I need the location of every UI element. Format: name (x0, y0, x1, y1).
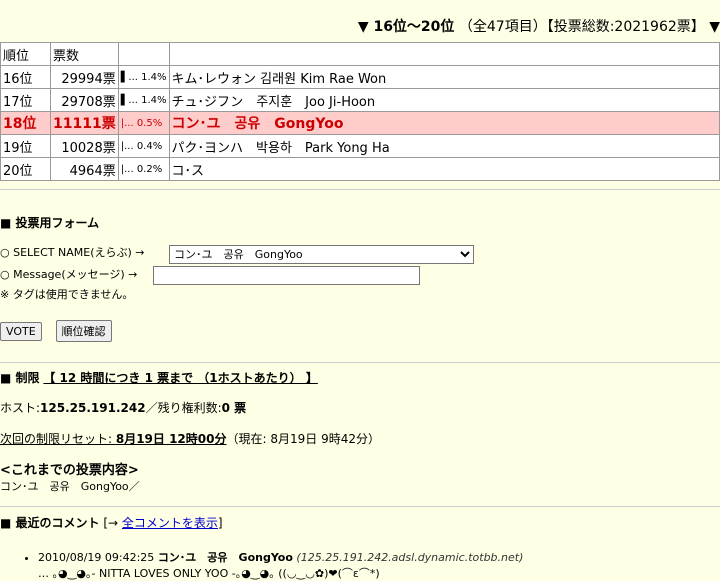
col-header-votes: 票数 (50, 42, 119, 66)
votes-cell: 10028票 (50, 134, 119, 158)
remaining-label: ／残り権利数: (145, 401, 222, 415)
host-value: 125.25.191.242 (40, 401, 146, 415)
table-row: 20位 4964票 |... 0.2% コ･ス (0, 157, 720, 181)
votes-cell: 4964票 (50, 157, 119, 181)
bar-glyph: |... (120, 117, 134, 129)
select-row: ○ SELECT NAME(えらぶ) → コン･ユ 공유 GongYoo (0, 244, 720, 266)
limit-title: ■ 制限 【 12 時間につき 1 票まで （1ホストあたり） 】 (0, 369, 720, 386)
next-page-arrow[interactable]: ▼ (709, 19, 720, 35)
message-label: Message(メッセージ) → (13, 268, 138, 281)
bracket-open: [→ (99, 516, 122, 530)
col-header-name (168, 42, 720, 66)
comment-ip: (125.25.191.242.adsl.dynamic.totbb.net) (296, 551, 524, 564)
rank-cell: 20位 (0, 157, 51, 181)
ranking-header: ▼ 16位～20位 （全47項目）【投票総数:2021962票】 ▼ (0, 0, 720, 42)
table-row: 17位 29708票 ▌... 1.4% チュ･ジフン 주지훈 Joo Ji-H… (0, 88, 720, 112)
col-header-rank: 順位 (0, 42, 51, 66)
table-row-highlighted: 18位 11111票 |... 0.5% コン･ユ 공유 GongYoo (0, 111, 720, 135)
rank-check-button[interactable]: 順位確認 (55, 320, 112, 342)
percent: 0.4% (136, 140, 163, 152)
comment-list: 2010/08/19 09:42:25 コン･ユ 공유 GongYoo (125… (0, 549, 720, 581)
message-radio-icon[interactable]: ○ (0, 268, 10, 281)
bar-glyph: ▌... (120, 71, 138, 83)
rank-cell: 17位 (0, 88, 51, 112)
comment-text: … ｡◕‿◕｡- NITTA LOVES ONLY YOO -｡◕‿◕｡ ((◡… (38, 567, 380, 580)
percent: 0.5% (136, 117, 163, 129)
votes-cell: 29708票 (50, 88, 119, 112)
bar-cell: ▌... 1.4% (117, 88, 170, 112)
reset-value: 8月19日 12時00分 (115, 432, 227, 446)
form-title: ■ 投票用フォーム (0, 216, 100, 230)
message-input[interactable] (153, 266, 420, 285)
col-header-bar (117, 42, 170, 66)
bracket-close: ] (217, 516, 223, 530)
history-title: <これまでの投票内容> (0, 463, 139, 478)
history-value: コン･ユ 공유 GongYoo／ (0, 480, 140, 493)
bar-glyph: |... (120, 163, 134, 175)
select-radio-icon[interactable]: ○ (0, 246, 10, 259)
comment-time: 2010/08/19 09:42:25 (38, 551, 155, 564)
bar-glyph: |... (120, 140, 134, 152)
current-time: （現在: 8月19日 9時42分） (226, 432, 380, 446)
name-cell: パク･ヨンハ 박용하 Park Yong Ha (168, 134, 720, 158)
comments-section: ■ 最近のコメント [→ 全コメントを表示] 2010/08/19 09:42:… (0, 507, 720, 581)
table-row: 19位 10028票 |... 0.4% パク･ヨンハ 박용하 Park Yon… (0, 134, 720, 158)
bar-cell: |... 0.4% (117, 134, 170, 158)
rank-cell: 19位 (0, 134, 51, 158)
bar-cell: |... 0.2% (117, 157, 170, 181)
reset-line: 次回の制限リセット: 8月19日 12時00分（現在: 8月19日 9時42分） (0, 430, 720, 447)
reset-label: 次回の制限リセット: (0, 432, 116, 446)
vote-button[interactable]: VOTE (0, 322, 42, 341)
vote-form: ■ 投票用フォーム ○ SELECT NAME(えらぶ) → コン･ユ 공유 G… (0, 190, 720, 342)
tag-note: ※ タグは使用できません。 (0, 288, 134, 301)
name-select[interactable]: コン･ユ 공유 GongYoo (169, 245, 474, 264)
all-comments-link[interactable]: 全コメントを表示 (122, 516, 218, 530)
message-row: ○ Message(メッセージ) → (0, 266, 720, 286)
percent: 1.4% (141, 94, 167, 106)
limit-section: ■ 制限 【 12 時間につき 1 票まで （1ホストあたり） 】 ホスト:12… (0, 363, 720, 494)
select-label: SELECT NAME(えらぶ) → (13, 246, 145, 259)
rank-cell: 18位 (0, 111, 51, 135)
table-header-row: 順位 票数 (0, 42, 720, 66)
name-cell: コン･ユ 공유 GongYoo (168, 111, 720, 135)
percent: 0.2% (136, 163, 163, 175)
host-label: ホスト: (0, 401, 41, 415)
remaining-value: 0 票 (221, 401, 247, 415)
votes-cell: 29994票 (50, 65, 119, 89)
ranking-table: 順位 票数 16位 29994票 ▌... 1.4% キム･レウォン 김래원 K… (0, 42, 720, 181)
name-cell: コ･ス (168, 157, 720, 181)
bar-cell: |... 0.5% (117, 111, 170, 135)
range-info: （全47項目）【投票総数:2021962票】 (458, 19, 705, 35)
comments-title: ■ 最近のコメント (0, 516, 100, 530)
name-cell: キム･レウォン 김래원 Kim Rae Won (168, 65, 720, 89)
bar-glyph: ▌... (120, 94, 138, 106)
comments-title-line: ■ 最近のコメント [→ 全コメントを表示] (0, 514, 720, 531)
list-item: 2010/08/19 09:42:25 コン･ユ 공유 GongYoo (125… (38, 549, 720, 581)
comment-name: コン･ユ 공유 GongYoo (157, 551, 293, 564)
table-row: 16位 29994票 ▌... 1.4% キム･レウォン 김래원 Kim Rae… (0, 65, 720, 89)
bar-cell: ▌... 1.4% (117, 65, 170, 89)
name-cell: チュ･ジフン 주지훈 Joo Ji-Hoon (168, 88, 720, 112)
host-line: ホスト:125.25.191.242／残り権利数:0 票 (0, 399, 720, 416)
button-row: VOTE 順位確認 (0, 320, 720, 342)
rank-cell: 16位 (0, 65, 51, 89)
percent: 1.4% (141, 71, 167, 83)
limit-title-prefix: ■ 制限 (0, 371, 40, 385)
votes-cell: 11111票 (50, 111, 119, 135)
range-title: ▼ 16位～20位 (357, 19, 455, 35)
limit-rule: 【 12 時間につき 1 票まで （1ホストあたり） 】 (43, 371, 318, 385)
